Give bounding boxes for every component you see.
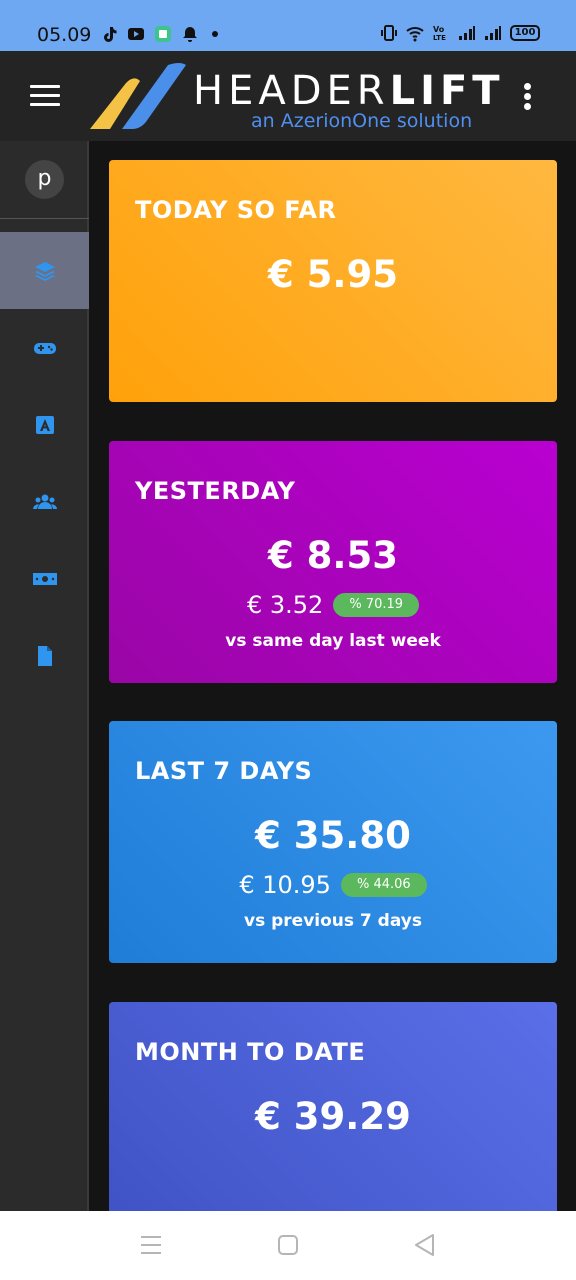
back-icon[interactable] xyxy=(413,1233,435,1257)
card-amount: € 39.29 xyxy=(255,1095,411,1138)
font-a-icon xyxy=(35,415,54,434)
volte-icon: VoLTE xyxy=(433,25,446,42)
card-caption: vs same day last week xyxy=(225,631,441,651)
card-yesterday[interactable]: YESTERDAY € 8.53 € 3.52 % 70.19 vs same … xyxy=(109,441,557,683)
gamepad-icon xyxy=(33,342,56,354)
dashboard-content: TODAY SO FAR € 5.95 YESTERDAY € 8.53 € 3… xyxy=(91,141,576,1211)
percent-badge: % 44.06 xyxy=(340,873,427,897)
status-bar: 05.09 Vo LTE 100 xyxy=(0,0,576,51)
bell-icon xyxy=(183,27,197,42)
card-last-7-days[interactable]: LAST 7 DAYS € 35.80 € 10.95 % 44.06 vs p… xyxy=(109,721,557,963)
youtube-icon xyxy=(128,28,144,40)
card-today-so-far[interactable]: TODAY SO FAR € 5.95 xyxy=(109,160,557,402)
users-icon xyxy=(32,494,57,509)
svg-text:LTE: LTE xyxy=(433,34,446,42)
signal-icon xyxy=(459,26,475,40)
svg-text:Vo: Vo xyxy=(433,25,445,34)
app-icon xyxy=(155,26,171,42)
system-navigation-bar xyxy=(0,1211,576,1280)
brand-tagline: an AzerionOne solution xyxy=(251,110,473,132)
signal-icon-2 xyxy=(485,26,501,40)
avatar[interactable]: p xyxy=(25,160,64,199)
recent-apps-icon[interactable] xyxy=(140,1233,162,1257)
battery-indicator: 100 xyxy=(510,25,540,41)
status-time: 05.09 xyxy=(37,24,92,46)
card-comparison: € 10.95 % 44.06 xyxy=(109,871,557,899)
card-amount: € 5.95 xyxy=(268,253,398,296)
percent-badge: % 70.19 xyxy=(333,593,420,617)
more-options-icon[interactable] xyxy=(524,83,532,111)
vibrate-icon xyxy=(381,25,397,41)
sidebar-divider xyxy=(0,218,89,219)
home-icon[interactable] xyxy=(277,1233,299,1257)
app-header: HEADERLIFT an AzerionOne solution xyxy=(0,51,576,141)
tiktok-icon xyxy=(104,27,117,42)
sidebar: p xyxy=(0,141,89,1211)
card-amount: € 35.80 xyxy=(255,814,411,857)
status-system-icons: Vo LTE 100 xyxy=(380,24,540,42)
card-delta: € 3.52 xyxy=(246,591,324,619)
card-title: TODAY SO FAR xyxy=(135,196,337,224)
card-title: YESTERDAY xyxy=(135,477,296,505)
card-amount: € 8.53 xyxy=(268,534,398,577)
sidebar-item-reports[interactable] xyxy=(0,617,89,694)
sidebar-item-earnings[interactable] xyxy=(0,540,89,617)
file-icon xyxy=(37,645,52,666)
status-notification-icons xyxy=(100,25,218,43)
sidebar-item-games[interactable] xyxy=(0,309,89,386)
menu-icon[interactable] xyxy=(30,85,60,107)
layers-icon xyxy=(34,261,55,281)
card-comparison: € 3.52 % 70.19 xyxy=(109,591,557,619)
card-delta: € 10.95 xyxy=(239,871,331,899)
wifi-icon xyxy=(406,27,424,42)
sidebar-item-dashboard[interactable] xyxy=(0,232,89,309)
card-title: MONTH TO DATE xyxy=(135,1038,366,1066)
sidebar-item-ads[interactable] xyxy=(0,386,89,463)
money-icon xyxy=(32,572,57,585)
card-month-to-date[interactable]: MONTH TO DATE € 39.29 xyxy=(109,1002,557,1211)
more-notifications-dot xyxy=(212,31,218,37)
card-caption: vs previous 7 days xyxy=(244,911,422,931)
card-title: LAST 7 DAYS xyxy=(135,757,313,785)
brand-name: HEADERLIFT xyxy=(193,68,505,114)
headerlift-logo-icon xyxy=(90,63,186,129)
sidebar-item-users[interactable] xyxy=(0,463,89,540)
